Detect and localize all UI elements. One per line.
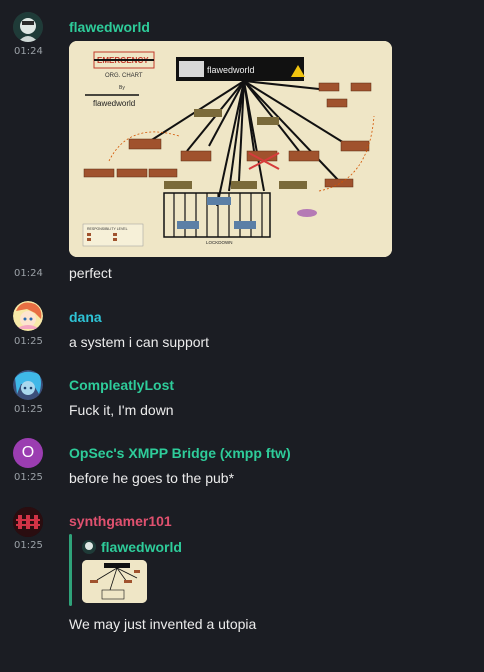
reply-image-thumbnail[interactable] xyxy=(82,560,147,603)
timestamp: 01:25 xyxy=(14,336,43,347)
message-text: perfect xyxy=(69,265,112,281)
author-name[interactable]: flawedworld xyxy=(69,19,150,35)
message-flawedworld-image: 01:24 flawedworld EMERGENCY ORG. CHART B… xyxy=(0,0,484,265)
message-text: We may just invented a utopia xyxy=(69,616,257,632)
avatar-opsec[interactable]: O xyxy=(13,438,43,468)
avatar-dana[interactable] xyxy=(13,301,43,331)
author-name[interactable]: dana xyxy=(69,309,102,325)
author-name[interactable]: synthgamer101 xyxy=(69,513,172,529)
timestamp: 01:25 xyxy=(14,404,43,415)
avatar-compleatlylost-icon xyxy=(13,370,43,400)
avatar-flawedworld-icon xyxy=(13,12,43,42)
reply-author-avatar xyxy=(82,540,96,554)
message-text: a system i can support xyxy=(69,334,210,350)
org-chart-image[interactable]: EMERGENCY ORG. CHART By flawedworld flaw… xyxy=(69,41,392,257)
timestamp: 01:25 xyxy=(14,540,43,551)
message-perfect: 01:24 perfect xyxy=(0,265,484,289)
message-text: Fuck it, I'm down xyxy=(69,402,174,418)
byline-by: By xyxy=(119,85,125,91)
avatar-letter: O xyxy=(21,444,35,461)
legend-title: RESPONSIBILITY LEVEL xyxy=(87,227,128,231)
reply-author-name[interactable]: flawedworld xyxy=(101,539,182,555)
message-opsec-bridge: O OpSec's XMPP Bridge (xmpp ftw) 01:25 b… xyxy=(0,437,484,491)
reply-avatar-icon xyxy=(82,540,96,554)
timestamp: 01:24 xyxy=(14,46,43,57)
message-synthgamer101: synthgamer101 01:25 flawedworld We may j… xyxy=(0,505,484,645)
avatar-compleatlylost[interactable] xyxy=(13,370,43,400)
byline-name: flawedworld xyxy=(93,99,135,108)
author-name[interactable]: CompleatlyLost xyxy=(69,377,174,393)
message-dana: dana 01:25 a system i can support xyxy=(0,300,484,354)
avatar-synthgamer101[interactable] xyxy=(13,507,43,537)
chart-title: ORG. CHART xyxy=(105,73,143,79)
avatar-flawedworld[interactable] xyxy=(13,12,43,42)
timestamp: 01:24 xyxy=(14,268,43,279)
reply-quote[interactable]: flawedworld xyxy=(69,534,269,606)
message-compleatlylost: CompleatlyLost 01:25 Fuck it, I'm down xyxy=(0,369,484,423)
author-name[interactable]: OpSec's XMPP Bridge (xmpp ftw) xyxy=(69,445,291,461)
reply-quote-bar xyxy=(69,534,72,606)
timestamp: 01:25 xyxy=(14,472,43,483)
avatar-dana-icon xyxy=(13,301,43,331)
lockdown-label: LOCKDOWN xyxy=(206,240,233,245)
avatar-synthgamer101-icon xyxy=(13,507,43,537)
top-box-label: flawedworld xyxy=(207,65,255,75)
message-text: before he goes to the pub* xyxy=(69,470,235,486)
